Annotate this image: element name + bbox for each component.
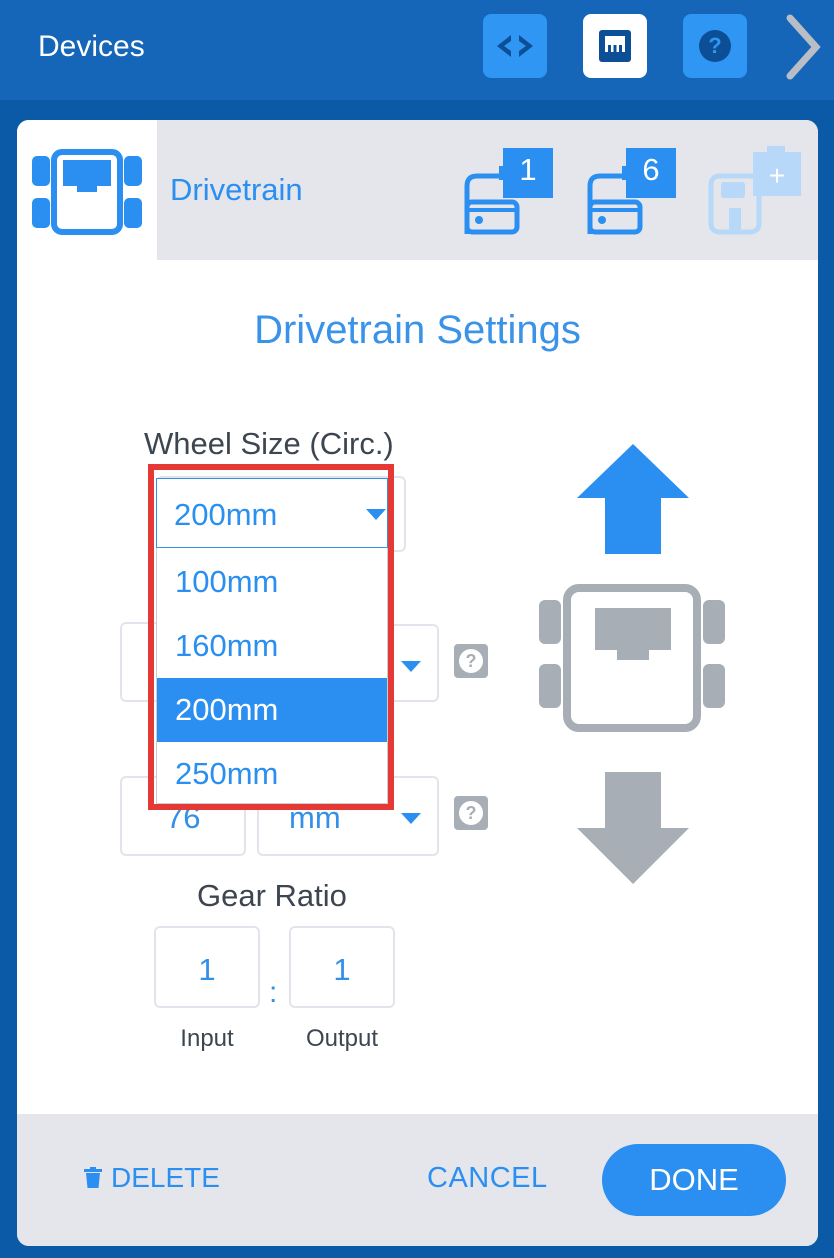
backward-arrow-icon [577, 772, 689, 884]
cancel-button[interactable]: CANCEL [427, 1162, 548, 1195]
robot-direction-graphic [539, 444, 725, 884]
wheelbase-help-icon[interactable]: ? [454, 796, 488, 830]
delete-label: DELETE [111, 1162, 220, 1193]
gear-ratio-label: Gear Ratio [197, 878, 347, 913]
code-view-button[interactable] [483, 14, 547, 78]
device-strip: Drivetrain 1 6 + [17, 120, 818, 260]
chevron-right-icon[interactable] [778, 12, 828, 82]
gear-input-field[interactable]: 1 [154, 926, 260, 1008]
top-bar: Devices ? [0, 0, 834, 100]
gear-output-field[interactable]: 1 [289, 926, 395, 1008]
drivetrain-icon [32, 149, 142, 235]
add-device-button[interactable]: + [707, 146, 807, 236]
chevron-down-icon [401, 813, 421, 824]
wheel-size-label: Wheel Size (Circ.) [144, 426, 394, 461]
help-button[interactable]: ? [683, 14, 747, 78]
chevron-down-icon [401, 661, 421, 672]
device-tab-drivetrain[interactable] [17, 120, 157, 260]
page-title: Devices [38, 30, 145, 63]
gear-input-value: 1 [198, 952, 216, 987]
delete-button[interactable]: DELETE [83, 1162, 220, 1194]
port-badge: 6 [642, 152, 660, 187]
drivetrain-panel: Drivetrain 1 6 + Drivetrain Settings Whe… [17, 120, 818, 1246]
port-badge: 1 [519, 152, 537, 187]
gear-output-label: Output [305, 1025, 379, 1052]
motor-device-port-6[interactable]: 6 [584, 146, 684, 236]
code-icon [497, 35, 533, 57]
device-name: Drivetrain [170, 172, 303, 207]
gear-output-value: 1 [333, 952, 351, 987]
add-badge: + [768, 160, 786, 191]
panel-footer: DELETE CANCEL DONE [17, 1114, 818, 1246]
gear-input-label: Input [180, 1025, 234, 1052]
settings-heading: Drivetrain Settings [254, 308, 581, 352]
done-button[interactable]: DONE [602, 1144, 786, 1216]
gear-ratio-separator: : [269, 976, 278, 1009]
motor-device-port-1[interactable]: 1 [461, 146, 561, 236]
port-icon [599, 30, 631, 62]
track-width-help-icon[interactable]: ? [454, 644, 488, 678]
svg-text:?: ? [708, 33, 721, 58]
robot-top-view-icon [539, 584, 725, 732]
help-icon: ? [699, 30, 731, 62]
trash-icon [84, 1167, 102, 1188]
highlight-box [148, 464, 394, 810]
forward-arrow-icon [577, 444, 689, 554]
ports-view-button[interactable] [583, 14, 647, 78]
